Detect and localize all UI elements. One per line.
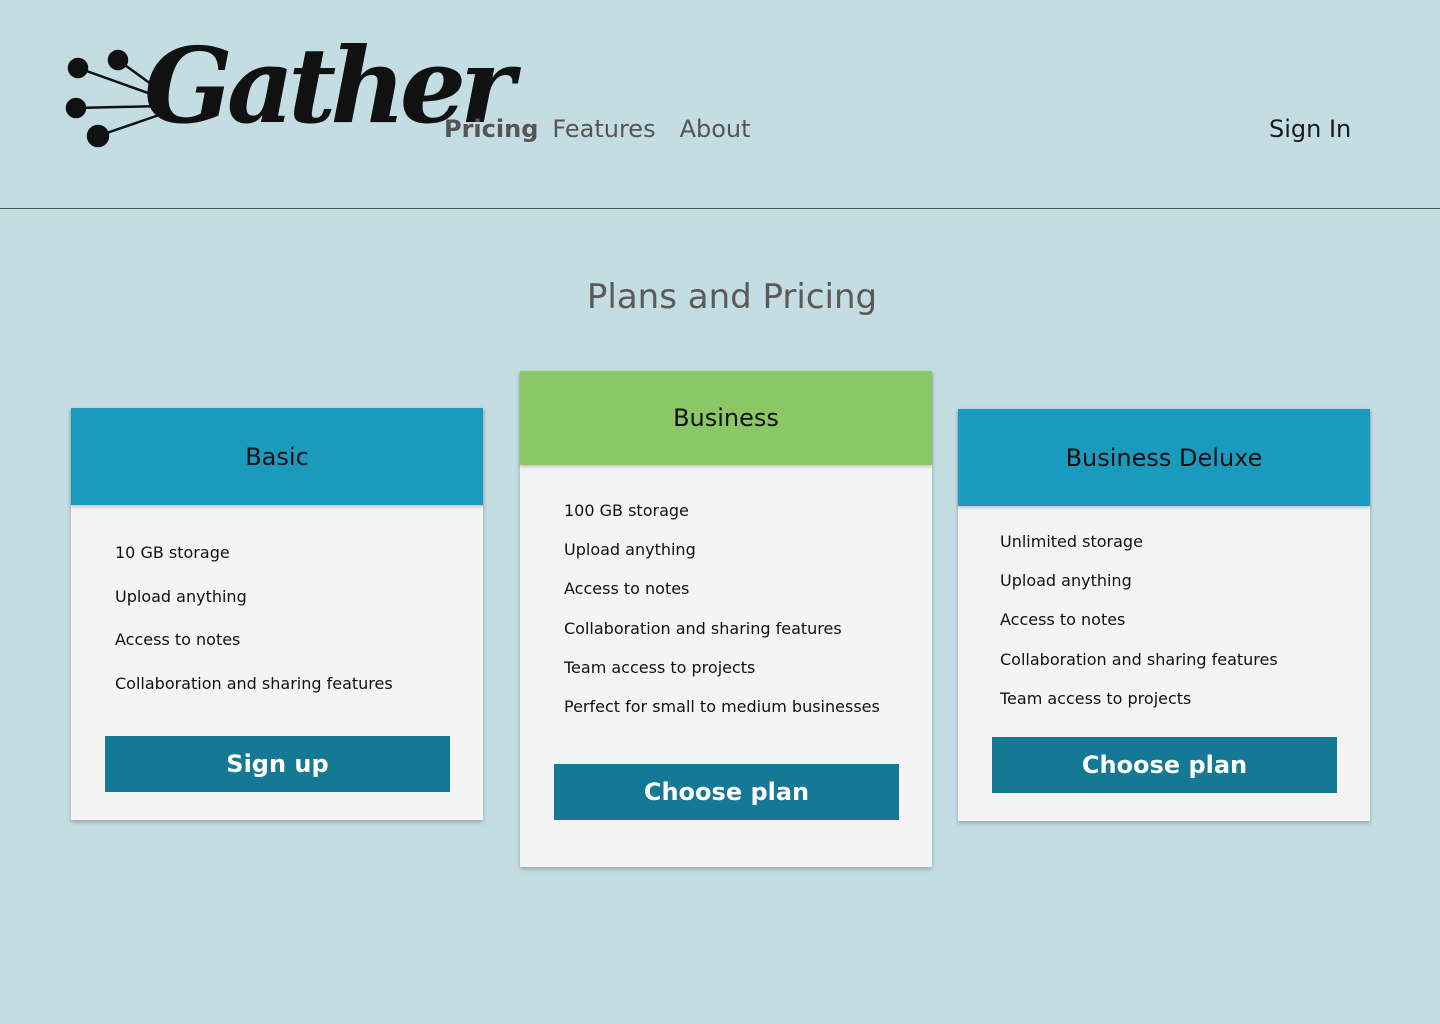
feature-item: 100 GB storage [564, 501, 689, 520]
plan-features-business: 100 GB storage Upload anything Access to… [520, 465, 932, 734]
site-header: Gather Pricing Features About Sign In [0, 0, 1440, 209]
nav-about[interactable]: About [680, 115, 751, 143]
feature-item: Perfect for small to medium businesses [564, 696, 880, 716]
feature-item: Upload anything [1000, 571, 1132, 591]
feature-item: Upload anything [115, 586, 247, 606]
plan-header-business: Business [520, 371, 932, 465]
plan-header-basic: Basic [71, 408, 483, 505]
plan-features-business-deluxe: Unlimited storage Upload anything Access… [958, 506, 1370, 726]
sign-in-link[interactable]: Sign In [1269, 115, 1351, 143]
choose-plan-deluxe-button[interactable]: Choose plan [992, 737, 1337, 793]
plan-card-basic: Basic 10 GB storage Upload anything Acce… [71, 408, 483, 820]
plan-header-business-deluxe: Business Deluxe [958, 409, 1370, 506]
feature-item: 10 GB storage [115, 543, 230, 562]
feature-item: Collaboration and sharing features [115, 674, 393, 694]
feature-item: Collaboration and sharing features [564, 618, 842, 638]
feature-item: Access to notes [1000, 610, 1126, 630]
sign-up-button[interactable]: Sign up [105, 736, 450, 792]
feature-item: Collaboration and sharing features [1000, 649, 1278, 669]
feature-item: Upload anything [564, 540, 696, 560]
feature-item: Access to notes [564, 579, 690, 599]
plan-features-basic: 10 GB storage Upload anything Access to … [71, 505, 483, 716]
gather-logo[interactable]: Gather [62, 34, 515, 200]
nav-features[interactable]: Features [552, 115, 655, 143]
main-nav: Pricing Features About [444, 115, 775, 143]
page-title: Plans and Pricing [586, 277, 878, 317]
nav-pricing[interactable]: Pricing [444, 115, 538, 143]
plan-card-business-deluxe: Business Deluxe Unlimited storage Upload… [958, 409, 1370, 821]
feature-item: Unlimited storage [1000, 532, 1143, 551]
feature-item: Access to notes [115, 630, 241, 650]
plan-card-business: Business 100 GB storage Upload anything … [520, 371, 932, 867]
feature-item: Team access to projects [564, 657, 756, 677]
feature-item: Team access to projects [1000, 688, 1192, 708]
choose-plan-business-button[interactable]: Choose plan [554, 764, 899, 820]
